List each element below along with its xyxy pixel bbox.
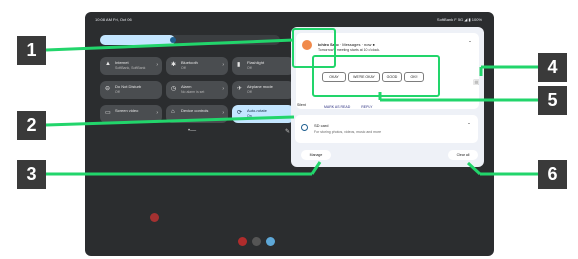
tile-sub: Off bbox=[247, 66, 252, 70]
chevron-right-icon: › bbox=[222, 86, 224, 92]
chevron-right-icon: › bbox=[222, 110, 224, 116]
tile-label: Internet bbox=[115, 60, 129, 65]
tile-bluetooth[interactable]: ✱ Bluetooth Off › bbox=[166, 57, 228, 75]
bluetooth-icon: ✱ bbox=[171, 62, 177, 68]
chevron-up-icon[interactable]: ˆ bbox=[469, 42, 471, 48]
sd-card-icon bbox=[301, 124, 308, 131]
home-icon: ⌂ bbox=[171, 109, 175, 115]
tile-sub: Off bbox=[181, 66, 186, 70]
callout-3: 3 bbox=[17, 160, 46, 189]
tile-airplane[interactable]: ✈ Airplane mode Off bbox=[232, 81, 294, 99]
tile-label: Do Not Disturb bbox=[115, 84, 142, 89]
chevron-right-icon: › bbox=[156, 62, 158, 68]
screen-video-icon: ▭ bbox=[105, 110, 111, 116]
sd-card-subtitle: For storing photos, videos, music and mo… bbox=[314, 130, 382, 134]
wifi-icon: ▲ bbox=[105, 61, 111, 67]
silent-section-header: Silent bbox=[297, 103, 306, 107]
status-indicators: SoftBank F 5G ◢ ▮ 100% bbox=[436, 17, 482, 22]
navigation-bar bbox=[85, 213, 494, 248]
tile-sub: Off bbox=[115, 90, 120, 94]
recent-app-icon[interactable] bbox=[252, 237, 261, 246]
callout-1: 1 bbox=[17, 36, 46, 65]
brightness-knob[interactable] bbox=[170, 37, 176, 43]
chevron-down-icon[interactable]: ˇ bbox=[468, 124, 470, 130]
tile-internet[interactable]: ▲ Internet SoftBank, SoftBank › bbox=[100, 57, 162, 75]
tile-label: Auto-rotate bbox=[247, 108, 267, 113]
callout-6: 6 bbox=[538, 160, 567, 189]
tile-label: Alarm bbox=[181, 84, 192, 89]
tile-sub: SoftBank, SoftBank bbox=[115, 66, 146, 70]
tile-label: Bluetooth bbox=[181, 60, 198, 65]
rotate-icon: ⟳ bbox=[237, 110, 243, 116]
tile-screen-video[interactable]: ▭ Screen video › bbox=[100, 105, 162, 123]
tile-alarm[interactable]: ◷ Alarm No alarm is set › bbox=[166, 81, 228, 99]
tile-auto-rotate[interactable]: ⟳ Auto-rotate On bbox=[232, 105, 294, 123]
notification-meta: · Messages · now ● bbox=[339, 42, 375, 47]
mark-as-read-button[interactable]: MARK AS READ bbox=[324, 105, 350, 109]
recent-app-icon[interactable] bbox=[238, 237, 247, 246]
reply-button[interactable]: REPLY bbox=[361, 105, 372, 109]
tile-sub: On bbox=[247, 114, 252, 118]
dnd-icon: ⊖ bbox=[105, 86, 111, 92]
sd-card-notification[interactable]: SD card For storing photos, videos, musi… bbox=[295, 115, 478, 143]
manage-button[interactable]: Manage bbox=[301, 150, 331, 160]
tile-flashlight[interactable]: ▮ Flashlight Off bbox=[232, 57, 294, 75]
chevron-right-icon: › bbox=[222, 62, 224, 68]
notification-actions: MARK AS READ REPLY bbox=[324, 105, 382, 109]
app-dot-icon[interactable] bbox=[150, 213, 159, 222]
tile-label: Airplane mode bbox=[247, 84, 273, 89]
tile-sub: No alarm is set bbox=[181, 90, 205, 94]
tile-label: Device controls bbox=[181, 108, 209, 113]
tile-sub: Off bbox=[247, 90, 252, 94]
flashlight-icon: ▮ bbox=[237, 62, 241, 68]
tile-device-controls[interactable]: ⌂ Device controls › bbox=[166, 105, 228, 123]
tile-label: Screen video bbox=[115, 108, 139, 113]
chevron-right-icon: › bbox=[156, 110, 158, 116]
brightness-fill bbox=[100, 35, 175, 45]
callout-4: 4 bbox=[538, 53, 567, 82]
recent-app-icon[interactable] bbox=[266, 237, 275, 246]
sd-card-title: SD card bbox=[314, 123, 329, 128]
clear-all-button[interactable]: Clear all bbox=[448, 150, 478, 160]
highlight-smart-replies bbox=[312, 55, 440, 97]
screenshot-icon[interactable]: ▣ bbox=[473, 78, 480, 86]
tile-dnd[interactable]: ⊖ Do Not Disturb Off bbox=[100, 81, 162, 99]
callout-2: 2 bbox=[17, 111, 46, 140]
device-screen: 10:08 AM Fri, Oct 06 SoftBank F 5G ◢ ▮ 1… bbox=[85, 12, 494, 256]
brightness-slider[interactable] bbox=[100, 35, 280, 45]
tile-label: Flashlight bbox=[247, 60, 265, 65]
edit-icon[interactable]: ✎ bbox=[285, 128, 290, 135]
callout-5: 5 bbox=[538, 86, 567, 115]
page-indicator: •— bbox=[188, 128, 197, 134]
status-bar: 10:08 AM Fri, Oct 06 SoftBank F 5G ◢ ▮ 1… bbox=[91, 15, 486, 25]
alarm-icon: ◷ bbox=[171, 86, 177, 92]
airplane-icon: ✈ bbox=[237, 86, 243, 92]
status-time: 10:08 AM Fri, Oct 06 bbox=[95, 17, 132, 22]
